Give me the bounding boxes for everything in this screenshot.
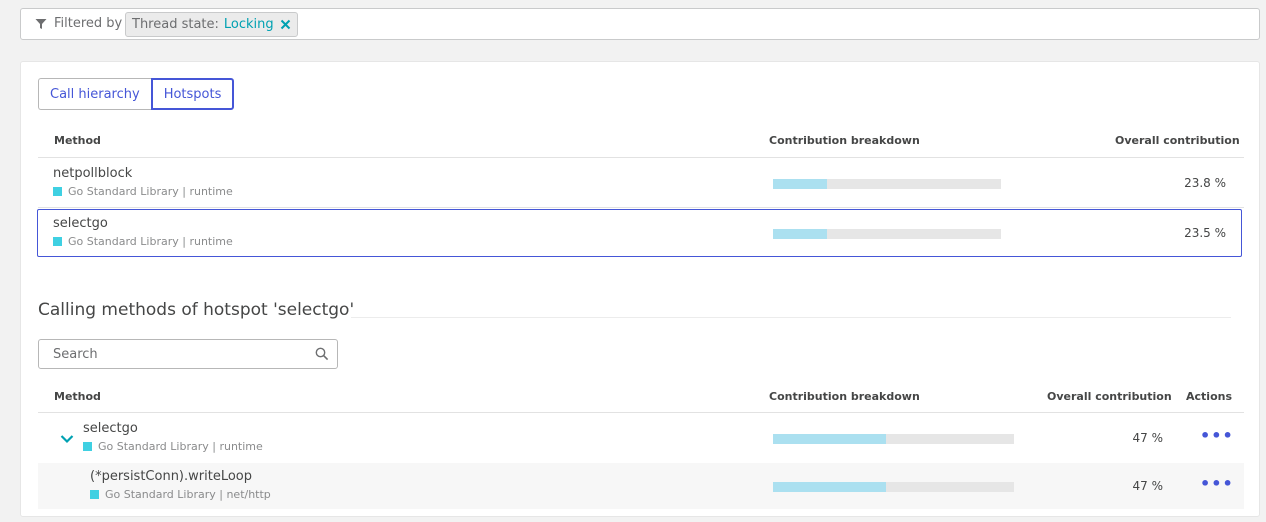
filter-icon bbox=[35, 19, 47, 29]
library-label: Go Standard Library | runtime bbox=[98, 440, 263, 453]
method-name: selectgo bbox=[83, 421, 138, 436]
library-square-icon bbox=[83, 442, 92, 451]
search-input[interactable] bbox=[39, 340, 309, 368]
column-header-overall: Overall contribution bbox=[1115, 134, 1240, 147]
tab-hotspots[interactable]: Hotspots bbox=[150, 78, 235, 110]
contribution-bar bbox=[773, 179, 1001, 189]
column-header-method: Method bbox=[54, 390, 101, 403]
filter-label: Filtered by bbox=[54, 16, 123, 31]
method-name: selectgo bbox=[53, 216, 108, 231]
tab-call-hierarchy[interactable]: Call hierarchy bbox=[38, 78, 151, 110]
view-tabs: Call hierarchy Hotspots bbox=[38, 78, 235, 110]
header-divider bbox=[38, 412, 1244, 413]
table-row[interactable]: (*persistConn).writeLoop Go Standard Lib… bbox=[38, 463, 1244, 509]
contribution-bar-fill bbox=[773, 179, 828, 189]
column-header-method: Method bbox=[54, 134, 101, 147]
overall-contribution: 23.5 % bbox=[1184, 226, 1226, 240]
method-name: (*persistConn).writeLoop bbox=[90, 469, 252, 484]
section-title: Calling methods of hotspot 'selectgo' bbox=[38, 300, 355, 320]
method-library: Go Standard Library | runtime bbox=[53, 235, 233, 248]
table-row[interactable]: netpollblock Go Standard Library | runti… bbox=[37, 159, 1242, 207]
contribution-bar-fill bbox=[773, 434, 887, 444]
method-library: Go Standard Library | net/http bbox=[90, 488, 271, 501]
library-label: Go Standard Library | net/http bbox=[105, 488, 271, 501]
library-square-icon bbox=[90, 490, 99, 499]
library-square-icon bbox=[53, 187, 62, 196]
overall-contribution: 23.8 % bbox=[1184, 176, 1226, 190]
search-box[interactable] bbox=[38, 339, 338, 369]
filter-bar[interactable]: Filtered by Thread state: Locking bbox=[20, 8, 1260, 40]
column-header-overall: Overall contribution bbox=[1047, 390, 1172, 403]
column-header-breakdown: Contribution breakdown bbox=[769, 390, 920, 403]
hotspots-panel: Call hierarchy Hotspots Method Contribut… bbox=[20, 61, 1260, 517]
more-actions-icon[interactable]: ••• bbox=[1200, 426, 1234, 445]
overall-contribution: 47 % bbox=[1132, 479, 1164, 493]
contribution-bar bbox=[773, 229, 1001, 239]
overall-contribution: 47 % bbox=[1132, 431, 1164, 445]
library-label: Go Standard Library | runtime bbox=[68, 235, 233, 248]
contribution-bar bbox=[773, 482, 1014, 492]
method-library: Go Standard Library | runtime bbox=[53, 185, 233, 198]
title-divider bbox=[351, 317, 1231, 318]
table-row[interactable]: selectgo Go Standard Library | runtime 4… bbox=[38, 414, 1244, 462]
search-icon[interactable] bbox=[315, 347, 329, 361]
method-name: netpollblock bbox=[53, 166, 133, 181]
close-icon[interactable] bbox=[280, 19, 291, 30]
contribution-bar bbox=[773, 434, 1014, 444]
row-divider bbox=[38, 207, 1244, 208]
filter-chip[interactable]: Thread state: Locking bbox=[125, 12, 298, 37]
contribution-bar-fill bbox=[773, 482, 887, 492]
chevron-down-icon[interactable] bbox=[60, 434, 74, 444]
filter-chip-key: Thread state: bbox=[132, 17, 219, 32]
filter-chip-value: Locking bbox=[223, 17, 274, 32]
method-library: Go Standard Library | runtime bbox=[83, 440, 263, 453]
library-label: Go Standard Library | runtime bbox=[68, 185, 233, 198]
column-header-actions: Actions bbox=[1186, 390, 1232, 403]
more-actions-icon[interactable]: ••• bbox=[1200, 474, 1234, 493]
header-divider bbox=[38, 157, 1244, 158]
column-header-breakdown: Contribution breakdown bbox=[769, 134, 920, 147]
table-row-selected[interactable]: selectgo Go Standard Library | runtime 2… bbox=[37, 209, 1242, 257]
contribution-bar-fill bbox=[773, 229, 827, 239]
library-square-icon bbox=[53, 237, 62, 246]
